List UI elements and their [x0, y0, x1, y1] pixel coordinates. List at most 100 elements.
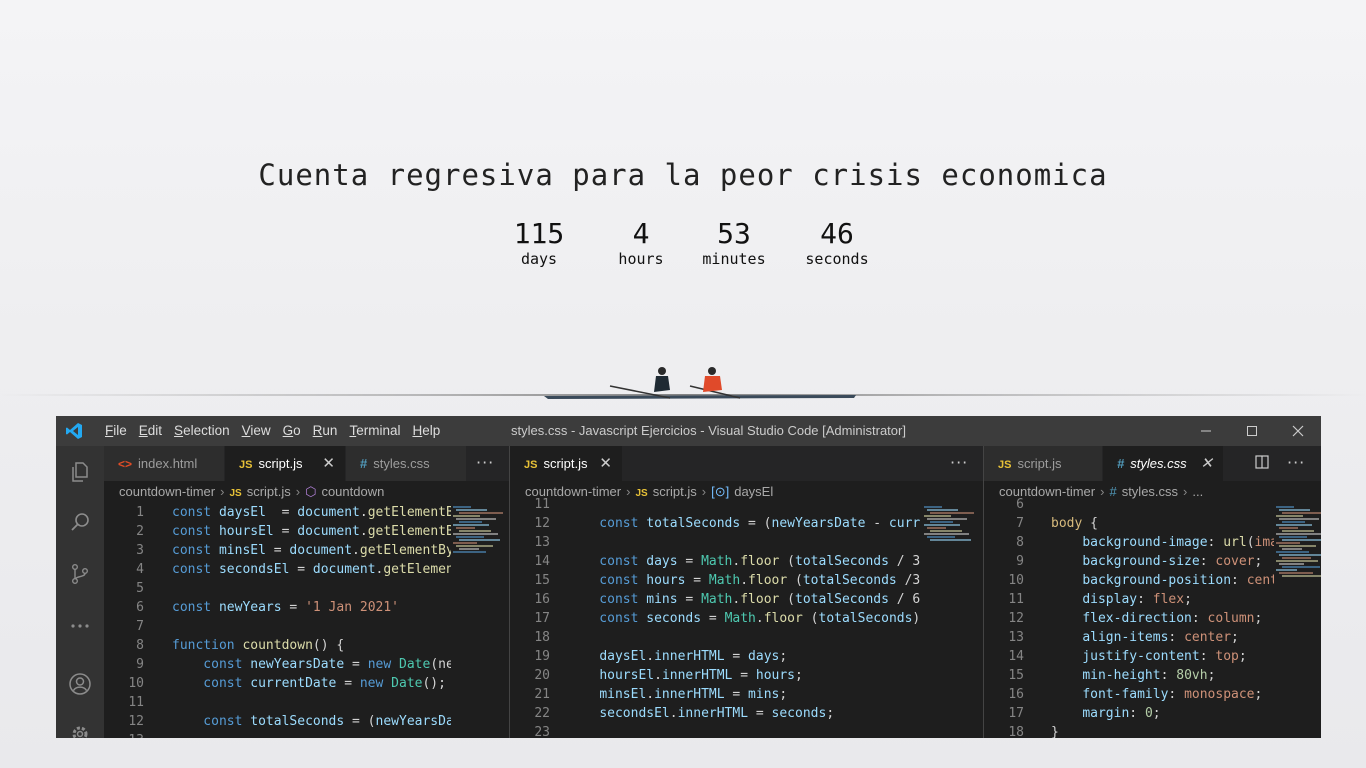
code-text: const currentDate = new Date();: [172, 676, 446, 691]
close-tab-icon[interactable]: ✕: [1200, 446, 1213, 481]
account-icon[interactable]: [68, 672, 92, 696]
minimize-button[interactable]: [1183, 416, 1229, 446]
line-number: 4: [136, 562, 144, 577]
explorer-icon[interactable]: [68, 460, 92, 484]
code-text: justify-content: top;: [1082, 649, 1247, 664]
menu-view[interactable]: View: [236, 416, 277, 446]
source-control-icon[interactable]: [68, 562, 92, 586]
tab-bar: JS script.js # styles.css ✕ ···: [984, 446, 1321, 481]
minimap[interactable]: [922, 503, 982, 738]
code-text: flex-direction: column;: [1082, 611, 1263, 626]
code-text: background-position: cent: [1082, 573, 1278, 588]
window-title: styles.css - Javascript Ejercicios - Vis…: [511, 423, 906, 438]
line-number: 8: [1016, 535, 1024, 550]
minimap-line: [924, 524, 960, 526]
code-editor[interactable]: 6 7 body {8 background-image: url(ima 9 bac…: [984, 497, 1321, 738]
minimap-line: [930, 530, 962, 532]
html-file-icon: <>: [118, 457, 133, 471]
line-number: 16: [534, 592, 550, 607]
tab-bar: <> index.html JS script.js ✕ # styles.css ··…: [104, 446, 509, 481]
menu-help[interactable]: Help: [406, 416, 446, 446]
code-text: const hoursEl = document.getElementB: [172, 524, 454, 539]
tab-styles-css[interactable]: # styles.css: [346, 446, 466, 481]
breadcrumb-file[interactable]: script.js: [653, 484, 697, 499]
breadcrumb-symbol[interactable]: countdown: [321, 484, 384, 499]
css-file-icon: #: [1109, 484, 1117, 499]
line-number: 5: [136, 581, 144, 596]
minimap-line: [1276, 506, 1294, 508]
js-file-icon: JS: [524, 459, 538, 471]
line-number: 1: [136, 505, 144, 520]
js-file-icon: JS: [998, 459, 1012, 471]
breadcrumb-folder[interactable]: countdown-timer: [119, 484, 215, 499]
code-text: minsEl.innerHTML = mins;: [599, 687, 788, 702]
minimap-line: [1276, 542, 1300, 544]
vscode-window: File Edit Selection View Go Run Terminal…: [56, 416, 1321, 738]
close-window-button[interactable]: [1275, 416, 1321, 446]
breadcrumb-file[interactable]: styles.css: [1122, 484, 1178, 499]
more-icon[interactable]: [68, 614, 92, 638]
more-actions-icon[interactable]: ···: [1287, 446, 1305, 479]
minimize-icon: [1201, 430, 1211, 432]
tab-styles-css[interactable]: # styles.css ✕: [1103, 446, 1223, 481]
code-editor[interactable]: 11 12 const totalSeconds = (newYearsDate …: [510, 497, 983, 738]
tab-script-js[interactable]: JS script.js ✕: [225, 446, 345, 481]
line-number: 21: [534, 687, 550, 702]
breadcrumb-symbol[interactable]: ...: [1192, 484, 1203, 499]
minimap-line: [1282, 557, 1311, 559]
menu-terminal[interactable]: Terminal: [343, 416, 406, 446]
minimap-line: [456, 527, 475, 529]
minimap-line: [1276, 515, 1303, 517]
minimap-line: [1276, 533, 1321, 535]
chevron-right-icon: ›: [701, 484, 707, 499]
code-editor[interactable]: 1 const daysEl = document.getElementB 2 con…: [104, 503, 509, 738]
tab-script-js[interactable]: JS script.js ✕: [510, 446, 622, 481]
more-actions-icon[interactable]: ···: [476, 446, 494, 479]
line-number: 9: [1016, 554, 1024, 569]
close-tab-icon[interactable]: ✕: [322, 446, 335, 481]
menu-file[interactable]: File: [99, 416, 133, 446]
split-editor-icon[interactable]: [1255, 447, 1269, 480]
code-text: const mins = Math.floor (totalSeconds / …: [568, 592, 921, 607]
code-text: function countdown() {: [172, 638, 345, 653]
maximize-button[interactable]: [1229, 416, 1275, 446]
minimap-line: [924, 533, 969, 535]
editor-group-1: <> index.html JS script.js ✕ # styles.css ··…: [104, 446, 509, 738]
menu-go[interactable]: Go: [277, 416, 307, 446]
chevron-right-icon: ›: [295, 484, 301, 499]
line-number: 9: [136, 657, 144, 672]
css-file-icon: #: [1117, 456, 1125, 471]
breadcrumb-file[interactable]: script.js: [247, 484, 291, 499]
minimap-line: [1282, 566, 1320, 568]
line-number: 16: [1008, 687, 1024, 702]
menu-run[interactable]: Run: [307, 416, 344, 446]
breadcrumb-symbol[interactable]: daysEl: [734, 484, 773, 499]
search-icon[interactable]: [68, 510, 92, 534]
tab-script-js[interactable]: JS script.js: [984, 446, 1102, 481]
menu-edit[interactable]: Edit: [133, 416, 168, 446]
code-text: font-family: monospace;: [1082, 687, 1263, 702]
minimap-line: [456, 509, 487, 511]
code-text: display: flex;: [1082, 592, 1192, 607]
code-text: const newYearsDate = new Date(ne: [172, 657, 454, 672]
countdown-seconds: 46 seconds: [798, 217, 876, 267]
menu-selection[interactable]: Selection: [168, 416, 236, 446]
minimap-line: [1276, 524, 1312, 526]
code-text: const totalSeconds = (newYearsDa: [172, 714, 454, 729]
minimap-line: [1279, 563, 1304, 565]
minimap-line: [459, 539, 500, 541]
minimap[interactable]: [451, 503, 509, 738]
seconds-label: seconds: [805, 250, 869, 268]
minimap[interactable]: [1274, 503, 1321, 738]
settings-gear-icon[interactable]: [68, 722, 92, 738]
more-actions-icon[interactable]: ···: [950, 446, 968, 479]
code-text: const hours = Math.floor (totalSeconds /…: [568, 573, 921, 588]
close-tab-icon[interactable]: ✕: [599, 446, 612, 481]
page-title: Cuenta regresiva para la peor crisis eco…: [258, 158, 1108, 192]
line-number: 12: [128, 714, 144, 729]
line-number: 23: [534, 725, 550, 738]
tab-index-html[interactable]: <> index.html: [104, 446, 224, 481]
code-text: const newYears = '1 Jan 2021': [172, 600, 399, 615]
vscode-logo-icon: [66, 423, 82, 439]
code-text: background-image: url(ima: [1082, 535, 1278, 550]
